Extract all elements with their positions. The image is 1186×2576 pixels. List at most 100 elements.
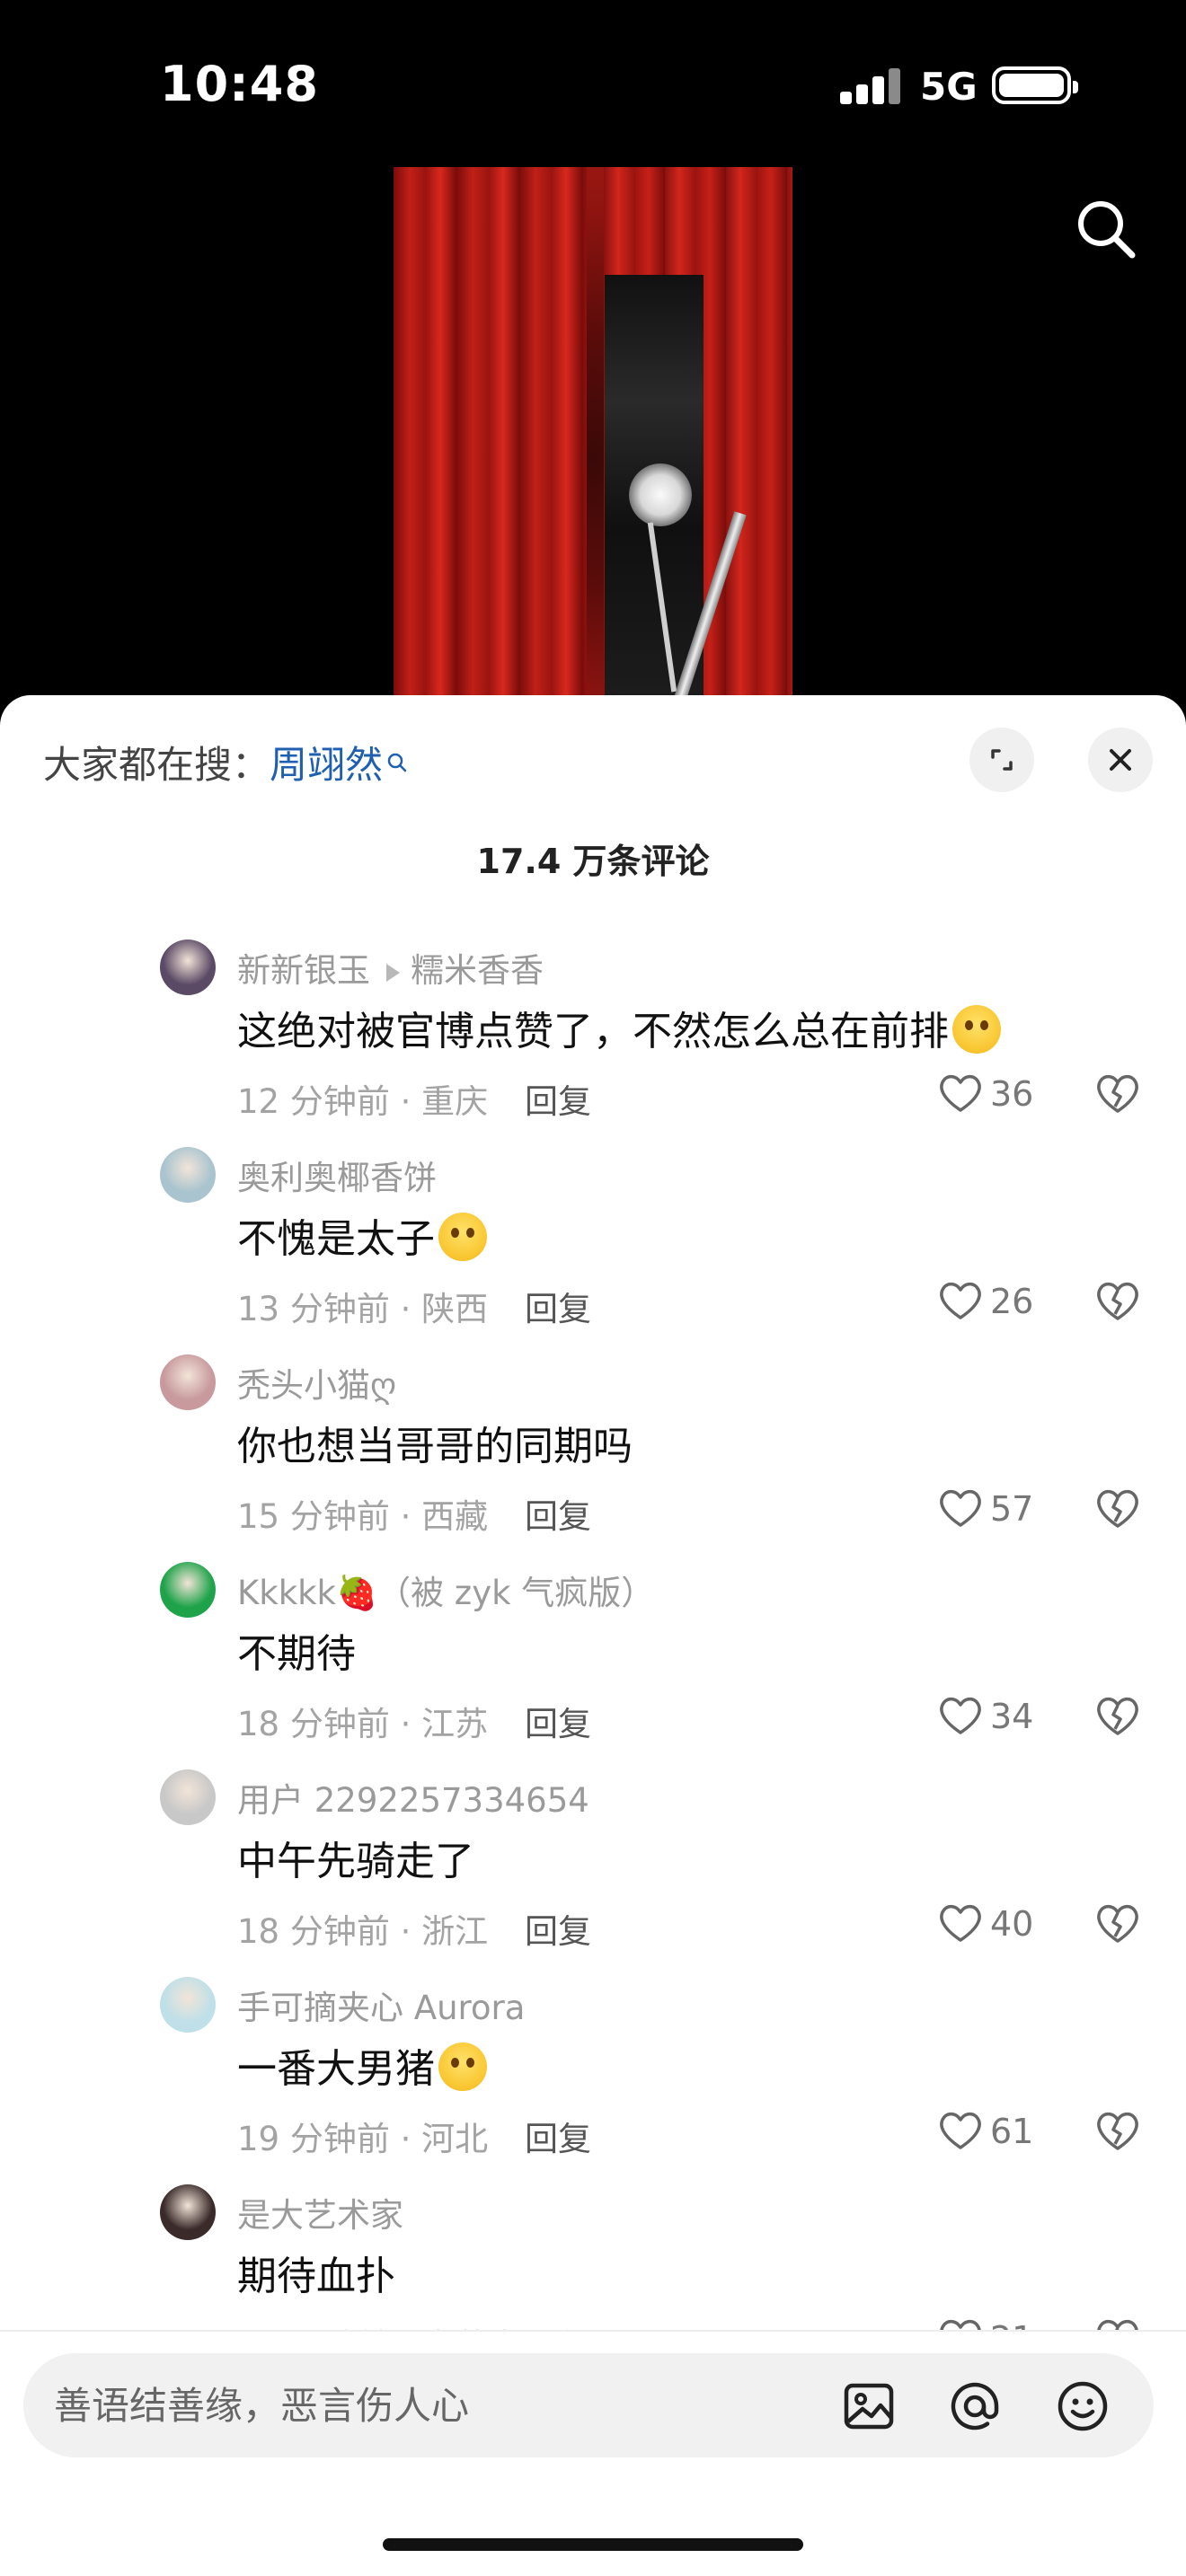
like-count: 61 xyxy=(990,2112,1034,2151)
comment-item[interactable]: 新新银玉 糯米香香这绝对被官博点赞了，不然怎么总在前排 12 分钟前 · 重庆 回复 3… xyxy=(0,940,1186,1146)
like-button[interactable]: 61 xyxy=(934,2106,1051,2155)
comment-item[interactable]: 用户 2292257334654 中午先骑走了 18 分钟前 · 浙江 回复 40 xyxy=(0,1769,1186,1976)
grinning-face-emoji xyxy=(438,1213,487,1261)
comment-item[interactable]: 秃头小猫ღ 你也想当哥哥的同期吗 15 分钟前 · 西藏 回复 57 xyxy=(0,1354,1186,1561)
reply-arrow-icon xyxy=(386,963,400,982)
like-button[interactable]: 36 xyxy=(934,1069,1051,1117)
comment-body: 这绝对被官博点赞了，不然怎么总在前排 xyxy=(237,1009,949,1054)
comment-author[interactable]: 新新银玉 糯米香香 xyxy=(237,943,544,992)
comment-text: 不愧是太子 xyxy=(237,1206,487,1264)
comment-text: 中午先骑走了 xyxy=(237,1829,474,1886)
flushed-face-emoji xyxy=(952,1005,1001,1054)
hot-search-keyword[interactable]: 周翊然 xyxy=(270,743,383,787)
comment-body: 中午先骑走了 xyxy=(237,1839,474,1884)
avatar[interactable] xyxy=(160,1147,216,1203)
avatar[interactable] xyxy=(160,1977,216,2033)
small-search-icon xyxy=(386,738,408,782)
comment-input-bar xyxy=(0,2330,1186,2576)
comment-meta: 13 分钟前 · 陕西 xyxy=(237,1290,489,1328)
screen: 10:48 5G 大家都在搜：周翊然 17.4 万条评论 新新银玉 糯米香香 这… xyxy=(0,0,1186,2576)
close-button[interactable] xyxy=(1088,728,1153,792)
avatar[interactable] xyxy=(160,1769,216,1825)
reply-button[interactable]: 回复 xyxy=(525,2112,591,2160)
image-icon[interactable] xyxy=(841,2378,897,2434)
avatar[interactable] xyxy=(160,940,216,995)
comment-author[interactable]: Kkkkk🍓（被 zyk 气疯版） xyxy=(237,1566,654,1614)
comment-body: 不期待 xyxy=(237,1631,356,1677)
like-count: 36 xyxy=(990,1074,1034,1114)
avatar[interactable] xyxy=(160,1354,216,1410)
curtain-left xyxy=(394,167,587,697)
comment-body: 一番大男猪 xyxy=(237,2046,435,2092)
like-button[interactable]: 26 xyxy=(934,1276,1051,1325)
like-count: 40 xyxy=(990,1904,1034,1944)
comment-input[interactable] xyxy=(54,2378,809,2432)
like-count: 57 xyxy=(990,1489,1034,1529)
author-name[interactable]: 新新银玉 xyxy=(237,951,370,990)
reply-button[interactable]: 回复 xyxy=(525,1697,591,1745)
status-time: 10:48 xyxy=(160,56,319,112)
reply-button[interactable]: 回复 xyxy=(525,1074,591,1123)
expand-icon xyxy=(991,749,1013,771)
like-button[interactable]: 34 xyxy=(934,1691,1051,1740)
at-icon[interactable] xyxy=(947,2378,1003,2434)
avatar[interactable] xyxy=(160,2184,216,2240)
comment-meta: 15 分钟前 · 西藏 xyxy=(237,1497,489,1536)
comment-meta: 12 分钟前 · 重庆 xyxy=(237,1082,489,1121)
author-name[interactable]: Kkkkk🍓（被 zyk 气疯版） xyxy=(237,1574,654,1612)
video-frame[interactable] xyxy=(394,167,792,697)
author-name[interactable]: 奥利奥椰香饼 xyxy=(237,1159,437,1197)
comment-body: 期待血扑 xyxy=(237,2254,395,2299)
reply-button[interactable]: 回复 xyxy=(525,1282,591,1330)
like-count: 34 xyxy=(990,1697,1034,1736)
dislike-broken-heart-icon[interactable] xyxy=(1094,1486,1141,1531)
comment-author[interactable]: 是大艺术家 xyxy=(237,2188,403,2236)
comment-item[interactable]: 奥利奥椰香饼不愧是太子 13 分钟前 · 陕西 回复 26 xyxy=(0,1147,1186,1354)
comment-input-pill[interactable] xyxy=(23,2353,1154,2457)
comment-author[interactable]: 用户 2292257334654 xyxy=(237,1773,589,1822)
hot-search-prefix: 大家都在搜： xyxy=(43,743,270,787)
status-bar: 10:48 5G xyxy=(0,0,1186,171)
reply-to-name[interactable]: 糯米香香 xyxy=(411,951,544,990)
divider xyxy=(0,2330,1186,2332)
reply-button[interactable]: 回复 xyxy=(525,1904,591,1953)
dislike-broken-heart-icon[interactable] xyxy=(1094,2108,1141,2153)
emoji-icon[interactable] xyxy=(1055,2378,1111,2434)
comment-meta: 18 分钟前 · 江苏 xyxy=(237,1705,489,1743)
author-name[interactable]: 秃头小猫ღ xyxy=(237,1366,396,1405)
comment-count: 17.4 万条评论 xyxy=(476,842,710,881)
home-indicator xyxy=(383,2538,803,2551)
dislike-broken-heart-icon[interactable] xyxy=(1094,1901,1141,1945)
comment-author[interactable]: 手可摘夹心 Aurora xyxy=(237,1981,525,2029)
comment-text: 不期待 xyxy=(237,1621,356,1679)
dislike-broken-heart-icon[interactable] xyxy=(1094,1278,1141,1323)
comment-body: 不愧是太子 xyxy=(237,1216,435,1262)
reply-button[interactable]: 回复 xyxy=(525,1489,591,1538)
like-count: 26 xyxy=(990,1282,1034,1321)
author-name[interactable]: 是大艺术家 xyxy=(237,2196,403,2235)
winking-tongue-emoji xyxy=(438,2042,487,2091)
author-name[interactable]: 手可摘夹心 Aurora xyxy=(237,1989,525,2027)
comment-text: 一番大男猪 xyxy=(237,2036,487,2094)
comment-item[interactable]: Kkkkk🍓（被 zyk 气疯版） 不期待 18 分钟前 · 江苏 回复 34 xyxy=(0,1562,1186,1769)
dislike-broken-heart-icon[interactable] xyxy=(1094,1693,1141,1738)
comment-author[interactable]: 秃头小猫ღ xyxy=(237,1358,396,1407)
author-name[interactable]: 用户 2292257334654 xyxy=(237,1781,589,1820)
search-icon[interactable] xyxy=(1073,196,1139,262)
sheet-header: 大家都在搜：周翊然 xyxy=(0,695,1186,803)
hot-search[interactable]: 大家都在搜：周翊然 xyxy=(43,735,408,790)
like-button[interactable]: 40 xyxy=(934,1899,1051,1947)
signal-icon xyxy=(840,68,901,104)
comment-item[interactable]: 手可摘夹心 Aurora 一番大男猪 19 分钟前 · 河北 回复 61 xyxy=(0,1977,1186,2183)
comment-text: 你也想当哥哥的同期吗 xyxy=(237,1414,633,1471)
comment-text: 这绝对被官博点赞了，不然怎么总在前排 xyxy=(237,999,1001,1056)
dislike-broken-heart-icon[interactable] xyxy=(1094,1071,1141,1116)
comment-author[interactable]: 奥利奥椰香饼 xyxy=(237,1151,437,1199)
comment-body: 你也想当哥哥的同期吗 xyxy=(237,1424,633,1469)
comment-sheet: 大家都在搜：周翊然 17.4 万条评论 新新银玉 糯米香香这绝对被官博点赞了，不然… xyxy=(0,695,1186,2576)
close-icon xyxy=(1110,749,1131,771)
avatar[interactable] xyxy=(160,1562,216,1618)
expand-button[interactable] xyxy=(969,728,1034,792)
peony-flower xyxy=(629,463,692,526)
like-button[interactable]: 57 xyxy=(934,1484,1051,1532)
